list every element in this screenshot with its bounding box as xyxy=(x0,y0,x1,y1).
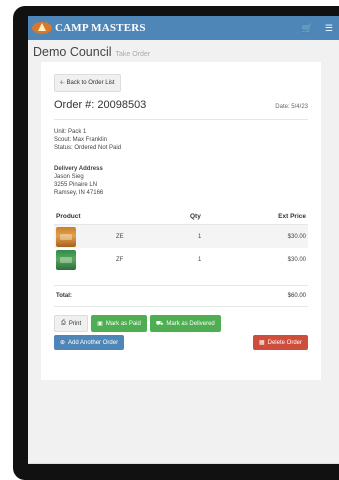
back-label: Back to Order List xyxy=(66,80,115,86)
order-card: 🡠 Back to Order List Order #: 20098503 Da… xyxy=(41,62,321,380)
table-row: ZE 1 $30.00 xyxy=(54,225,308,248)
table-row: ZF 1 $30.00 xyxy=(54,248,308,271)
bottom-divider xyxy=(28,463,339,464)
order-number-label: Order #: xyxy=(54,99,95,111)
page-subtitle: Take Order xyxy=(115,51,151,58)
money-icon: ▣ xyxy=(97,321,103,327)
qty-header: Qty xyxy=(190,213,201,220)
mark-delivered-label: Mark as Delivered xyxy=(166,320,215,327)
product-qty: 1 xyxy=(198,233,202,240)
truck-icon: ⛟ xyxy=(155,320,164,327)
product-ext-price: $30.00 xyxy=(287,256,306,263)
delivery-street: 3255 Pinaire LN xyxy=(54,182,98,188)
page-header: Demo Council Take Order xyxy=(28,40,339,62)
product-code: ZE xyxy=(116,233,124,240)
add-another-label: Add Another Order xyxy=(68,339,119,346)
print-label: Print xyxy=(68,320,82,327)
menu-icon[interactable]: ☰ xyxy=(325,23,333,34)
product-image xyxy=(56,226,76,247)
back-to-order-list-button[interactable]: 🡠 Back to Order List xyxy=(54,74,121,92)
order-date: Date: 5/4/23 xyxy=(275,104,308,110)
trash-icon: ▦ xyxy=(258,340,265,346)
product-header: Product xyxy=(56,213,81,220)
brand-name: CAMP MASTERS xyxy=(55,22,146,34)
total-value: $60.00 xyxy=(287,293,306,299)
add-another-order-button[interactable]: ⊕ Add Another Order xyxy=(54,335,125,350)
camp-masters-logo xyxy=(32,20,52,36)
order-number-value: 20098503 xyxy=(97,99,147,111)
product-image xyxy=(56,249,76,270)
page-title: Demo Council xyxy=(33,45,112,59)
mark-as-paid-button[interactable]: ▣ Mark as Paid xyxy=(91,315,147,332)
product-code: ZF xyxy=(116,256,124,263)
delivery-address-title: Delivery Address xyxy=(54,166,103,172)
action-row-secondary: ⊕ Add Another Order ▦ Delete Order xyxy=(54,335,308,350)
printer-icon: ⎙ xyxy=(61,320,66,326)
product-qty: 1 xyxy=(198,256,202,263)
print-button[interactable]: ⎙ Print xyxy=(54,315,89,332)
product-ext-price: $30.00 xyxy=(287,233,306,240)
total-row: Total: $60.00 xyxy=(54,285,308,307)
top-navbar: CAMP MASTERS 🛒 ☰ xyxy=(28,16,339,40)
ext-price-header: Ext Price xyxy=(278,213,306,220)
total-label: Total: xyxy=(56,293,72,299)
cart-icon[interactable]: 🛒 xyxy=(302,23,313,34)
delivery-name: Jason Sieg xyxy=(54,174,84,180)
arrow-left-icon: 🡠 xyxy=(60,80,65,86)
order-items-table: Product Qty Ext Price ZE 1 $30.00 ZF 1 $… xyxy=(54,213,308,271)
order-info: Unit: Pack 1 Scout: Max Franklin Status:… xyxy=(54,128,308,197)
delete-order-button[interactable]: ▦ Delete Order xyxy=(252,335,308,350)
mark-paid-label: Mark as Paid xyxy=(105,320,141,327)
app-screen: CAMP MASTERS 🛒 ☰ Demo Council Take Order… xyxy=(28,16,339,464)
table-header: Product Qty Ext Price xyxy=(54,213,308,225)
delete-label: Delete Order xyxy=(267,339,302,346)
delivery-city: Ramsey, IN 47166 xyxy=(54,190,104,196)
order-number: Order #: 20098503 xyxy=(54,99,146,111)
mark-as-delivered-button[interactable]: ⛟ Mark as Delivered xyxy=(149,315,221,332)
status-text: Status: Ordered Not Paid xyxy=(54,145,122,151)
plus-circle-icon: ⊕ xyxy=(60,340,66,346)
action-row-primary: ⎙ Print ▣ Mark as Paid ⛟ Mark as Deliver… xyxy=(54,315,308,332)
scout-text: Scout: Max Franklin xyxy=(54,137,108,143)
unit-text: Unit: Pack 1 xyxy=(54,129,87,135)
order-header: Order #: 20098503 Date: 5/4/23 xyxy=(54,99,308,120)
